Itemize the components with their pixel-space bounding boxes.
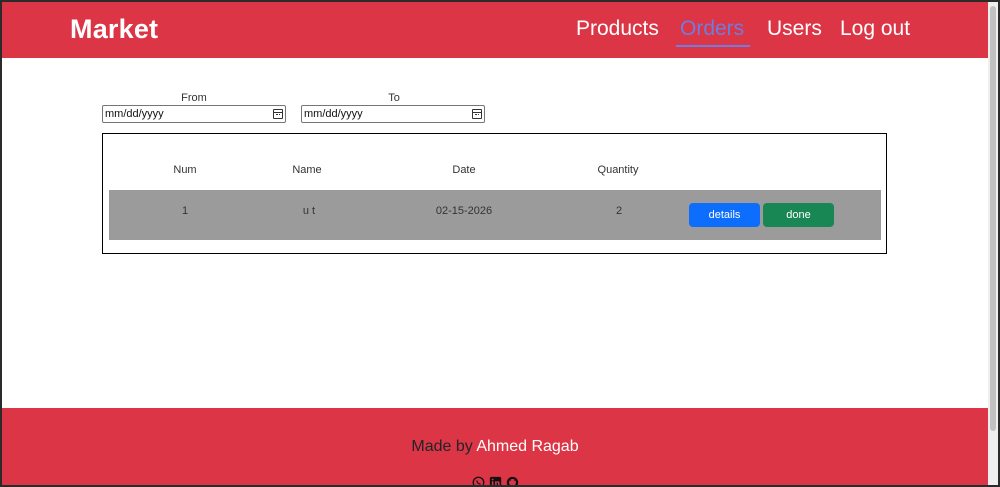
- nav-link-products[interactable]: Products: [576, 17, 659, 41]
- to-date-placeholder: mm/dd/yyyy: [304, 108, 363, 120]
- header-num: Num: [173, 164, 197, 176]
- calendar-icon[interactable]: [273, 109, 283, 119]
- orders-table: Num Name Date Quantity 1 u t 02-15-2026 …: [102, 133, 887, 254]
- calendar-icon[interactable]: [472, 109, 482, 119]
- github-icon[interactable]: [506, 476, 519, 485]
- whatsapp-icon[interactable]: [472, 476, 485, 485]
- linkedin-icon[interactable]: [489, 476, 502, 485]
- cell-num: 1: [181, 205, 189, 217]
- footer-credit: Made by Ahmed Ragab: [2, 438, 988, 456]
- navbar: Market Products Orders Users Log out: [2, 2, 988, 58]
- nav-link-orders[interactable]: Orders: [675, 17, 751, 47]
- details-button[interactable]: details: [689, 203, 760, 227]
- cell-date: 02-15-2026: [435, 205, 493, 217]
- header-quantity: Quantity: [597, 164, 639, 176]
- from-label: From: [181, 92, 207, 104]
- to-label: To: [388, 92, 400, 104]
- page-viewport: Market Products Orders Users Log out Fro…: [2, 2, 988, 485]
- credit-prefix: Made by: [411, 438, 473, 455]
- scrollbar-thumb[interactable]: [990, 6, 996, 431]
- footer: Made by Ahmed Ragab: [2, 408, 988, 485]
- nav-link-users[interactable]: Users: [767, 17, 822, 41]
- page-scrollbar[interactable]: [988, 2, 998, 485]
- header-name: Name: [292, 164, 322, 176]
- done-button[interactable]: done: [763, 203, 834, 227]
- header-date: Date: [452, 164, 476, 176]
- cell-quantity: 2: [615, 205, 623, 217]
- author-link[interactable]: Ahmed Ragab: [476, 438, 578, 455]
- brand-logo[interactable]: Market: [70, 14, 158, 45]
- to-date-input[interactable]: mm/dd/yyyy: [301, 105, 485, 123]
- nav-link-logout[interactable]: Log out: [840, 17, 910, 41]
- table-row: 1 u t 02-15-2026 2 details done: [109, 190, 881, 240]
- from-date-input[interactable]: mm/dd/yyyy: [102, 105, 286, 123]
- cell-name: u t: [302, 205, 316, 217]
- from-date-placeholder: mm/dd/yyyy: [105, 108, 164, 120]
